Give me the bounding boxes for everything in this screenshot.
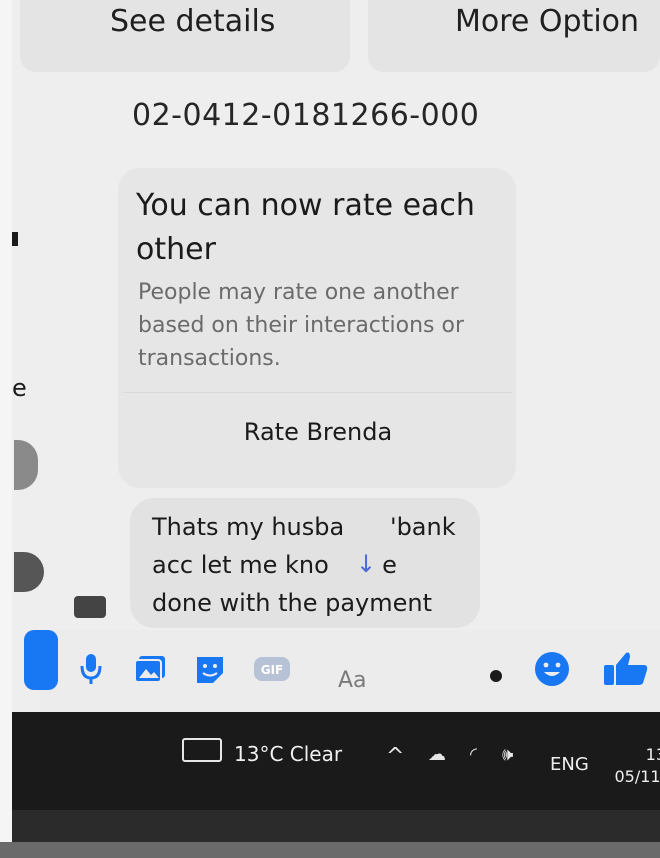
sticker-icon[interactable] xyxy=(192,652,228,686)
accent-tab[interactable] xyxy=(24,630,58,690)
weather-status[interactable]: 13°C Clear xyxy=(234,742,342,766)
message-bubble: Thats my husba 'bank acc let me kno e do… xyxy=(130,498,480,628)
message-text: Thats my husba 'bank acc let me kno e do… xyxy=(152,508,472,622)
clock[interactable]: 13 05/11/ xyxy=(606,744,660,788)
wifi-icon[interactable]: ◜ xyxy=(470,744,477,765)
network-icon[interactable]: ☁ xyxy=(428,744,446,765)
more-options-button[interactable]: More Option xyxy=(455,4,639,39)
photo-icon[interactable] xyxy=(132,652,168,686)
language-indicator[interactable]: ENG xyxy=(550,754,589,775)
camera-dot xyxy=(490,670,502,682)
volume-icon[interactable]: 🕪 xyxy=(502,744,513,765)
message-line: done with the payment xyxy=(152,589,432,617)
screen-edge xyxy=(0,0,12,858)
card-divider xyxy=(124,392,512,393)
chevron-up-icon[interactable]: ^ xyxy=(386,744,404,769)
scroll-down-arrow-icon[interactable]: ↓ xyxy=(350,548,382,580)
microphone-icon[interactable] xyxy=(78,652,104,686)
emoji-icon[interactable] xyxy=(532,652,572,686)
clock-date: 05/11/ xyxy=(614,767,660,786)
rate-button[interactable]: Rate Brenda xyxy=(124,400,512,464)
gif-label: GIF xyxy=(261,663,284,677)
rating-card-title: You can now rate each other xyxy=(136,188,475,267)
thumbnail xyxy=(74,596,106,618)
see-details-button[interactable]: See details xyxy=(110,4,275,39)
desk-shadow xyxy=(0,842,660,858)
clock-time: 13 xyxy=(645,745,660,764)
weather-widget-icon[interactable] xyxy=(182,738,222,762)
message-line: acc let me kno e xyxy=(152,551,397,579)
account-number-message: 02-0412-0181266-000 xyxy=(132,98,480,133)
like-icon[interactable] xyxy=(598,652,654,686)
edge-letter: e xyxy=(12,374,27,402)
edge-fragment xyxy=(12,232,18,246)
message-line: Thats my husba 'bank xyxy=(152,513,456,541)
message-input-placeholder[interactable]: Aa xyxy=(338,668,367,693)
rating-card-subtitle: People may rate one another based on the… xyxy=(138,280,464,371)
gif-icon[interactable]: GIF xyxy=(252,652,292,686)
